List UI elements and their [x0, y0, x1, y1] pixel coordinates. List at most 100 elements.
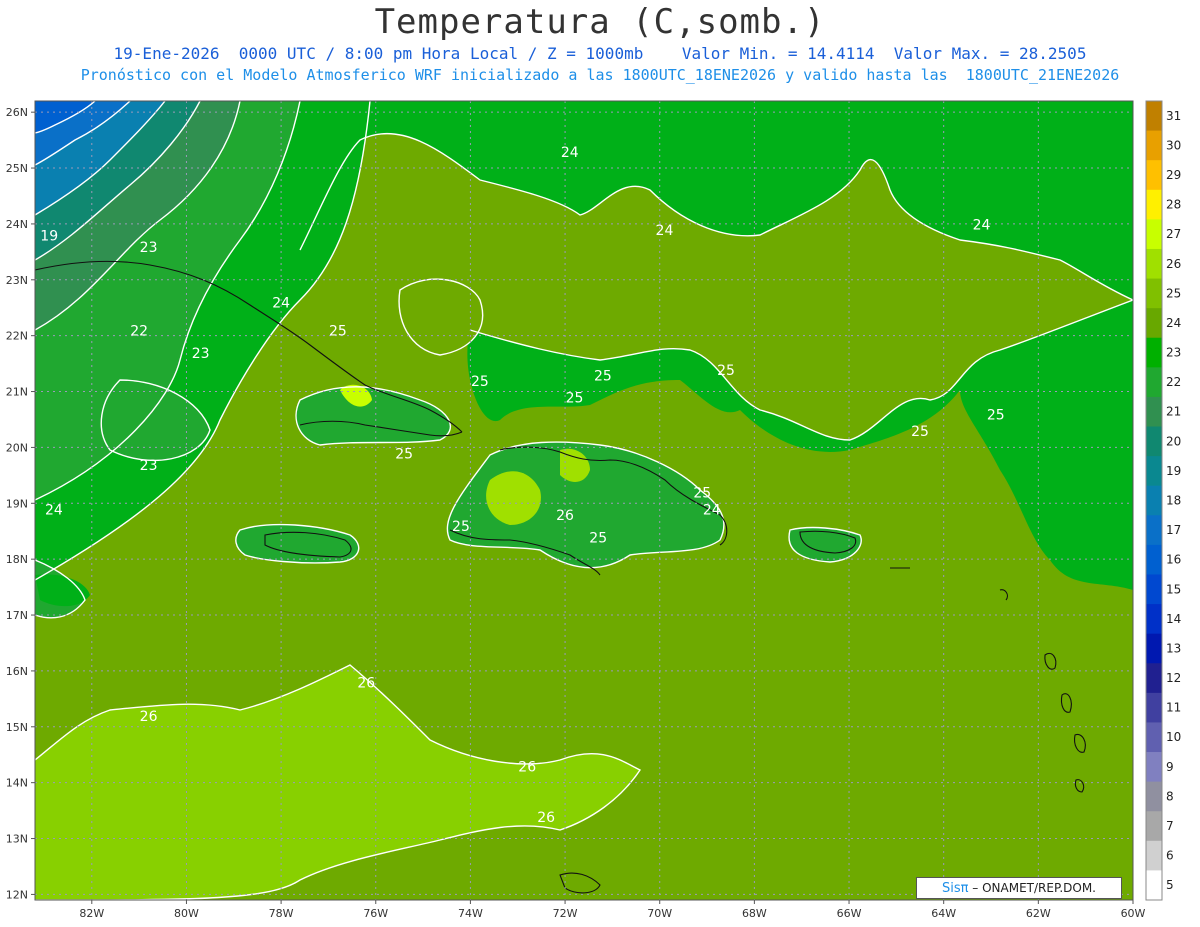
- lon-tick-label: 66W: [837, 907, 862, 920]
- colorbar-label: 18: [1166, 494, 1181, 508]
- colorbar-label: 16: [1166, 553, 1181, 567]
- contour-label: 25: [589, 530, 607, 546]
- colorbar-swatch: [1146, 840, 1162, 871]
- lon-tick-label: 82W: [79, 907, 104, 920]
- contour-label: 23: [140, 458, 158, 474]
- colorbar-swatch: [1146, 811, 1162, 842]
- contour-label: 25: [471, 374, 489, 390]
- contour-label: 24: [272, 296, 290, 312]
- colorbar-swatch: [1146, 278, 1162, 309]
- contour-label: 24: [656, 223, 674, 239]
- contour-label: 25: [987, 407, 1005, 423]
- temperature-field: [35, 101, 1133, 900]
- contour-label: 26: [140, 709, 158, 725]
- colorbar-swatch: [1146, 633, 1162, 664]
- colorbar-label: 19: [1166, 464, 1181, 478]
- colorbar-swatch: [1146, 781, 1162, 812]
- contour-label: 25: [594, 368, 612, 384]
- colorbar-label: 7: [1166, 819, 1174, 833]
- lat-tick-label: 15N: [6, 721, 28, 734]
- colorbar-label: 20: [1166, 434, 1181, 448]
- lat-tick-label: 14N: [6, 777, 28, 790]
- colorbar-swatch: [1146, 604, 1162, 635]
- temperature-map: 26N 25N 24N 23N 22N 21N 20N 19N 18N 17N 16N 15N 14N 1…: [6, 100, 1181, 920]
- colorbar-swatch: [1146, 544, 1162, 575]
- lon-tick-label: 60W: [1121, 907, 1146, 920]
- contour-label: 26: [537, 810, 555, 826]
- colorbar-swatch: [1146, 337, 1162, 368]
- contour-label: 24: [973, 218, 991, 234]
- lat-tick-label: 24N: [6, 218, 28, 231]
- lat-tick-label: 26N: [6, 106, 28, 119]
- colorbar-swatch: [1146, 219, 1162, 250]
- lon-tick-label: 76W: [363, 907, 388, 920]
- colorbar-label: 28: [1166, 198, 1181, 212]
- lon-tick-label: 70W: [647, 907, 672, 920]
- contour-label: 26: [518, 759, 536, 775]
- colorbar-swatch: [1146, 574, 1162, 605]
- lat-tick-label: 22N: [6, 330, 28, 343]
- colorbar-swatch: [1146, 456, 1162, 487]
- contour-label: 24: [561, 145, 579, 161]
- lon-tick-label: 78W: [269, 907, 294, 920]
- colorbar-label: 22: [1166, 375, 1181, 389]
- colorbar-swatch: [1146, 189, 1162, 220]
- colorbar-swatch: [1146, 160, 1162, 191]
- colorbar-label: 21: [1166, 405, 1181, 419]
- colorbar-swatch: [1146, 485, 1162, 516]
- lat-tick-label: 21N: [6, 386, 28, 399]
- lon-tick-label: 74W: [458, 907, 483, 920]
- colorbar-label: 24: [1166, 316, 1181, 330]
- colorbar-swatch: [1146, 130, 1162, 161]
- colorbar-label: 11: [1166, 701, 1181, 715]
- colorbar-label: 6: [1166, 849, 1174, 863]
- lon-tick-label: 62W: [1026, 907, 1051, 920]
- contour-label: 26: [556, 508, 574, 524]
- colorbar-label: 31: [1166, 109, 1181, 123]
- colorbar-swatch: [1146, 396, 1162, 428]
- temperature-colorbar: 31 30 29 28 27 26 25 24 23 22 21 20 19 18 17 16 15 14 13 12…: [1145, 100, 1181, 901]
- lat-tick-label: 20N: [6, 441, 28, 454]
- sispi-logo-text: Sisπ: [942, 881, 969, 896]
- colorbar-swatch: [1146, 367, 1162, 398]
- colorbar-label: 9: [1166, 760, 1174, 774]
- colorbar-swatch: [1146, 426, 1162, 457]
- lat-tick-label: 25N: [6, 162, 28, 175]
- contour-label: 23: [140, 240, 158, 256]
- colorbar-label: 8: [1166, 789, 1174, 803]
- colorbar-swatch: [1146, 248, 1162, 280]
- colorbar-label: 12: [1166, 671, 1181, 685]
- lon-tick-label: 68W: [742, 907, 767, 920]
- contour-label: 25: [566, 391, 584, 407]
- colorbar-swatch: [1146, 663, 1162, 694]
- lon-tick-label: 80W: [174, 907, 199, 920]
- colorbar-swatch: [1146, 692, 1162, 723]
- contour-label: 25: [452, 519, 470, 535]
- lat-tick-label: 17N: [6, 609, 28, 622]
- colorbar-swatch: [1146, 101, 1162, 132]
- contour-label: 25: [329, 324, 347, 340]
- colorbar-label: 17: [1166, 523, 1181, 537]
- lat-tick-label: 19N: [6, 497, 28, 510]
- credit-box: Sisπ – ONAMET/REP.DOM.: [916, 877, 1122, 899]
- credit-text: – ONAMET/REP.DOM.: [968, 881, 1096, 895]
- colorbar-label: 23: [1166, 346, 1181, 360]
- colorbar-swatch: [1146, 870, 1162, 901]
- colorbar-label: 15: [1166, 582, 1181, 596]
- lat-tick-label: 18N: [6, 553, 28, 566]
- contour-label: 19: [40, 229, 58, 245]
- contour-label: 26: [357, 676, 375, 692]
- colorbar-swatch: [1146, 515, 1162, 546]
- contour-label: 25: [717, 363, 735, 379]
- colorbar-label: 5: [1166, 878, 1174, 892]
- lat-tick-label: 12N: [6, 888, 28, 901]
- colorbar-swatch: [1146, 752, 1162, 783]
- contour-label: 25: [395, 447, 413, 463]
- lat-tick-label: 16N: [6, 665, 28, 678]
- colorbar-label: 14: [1166, 612, 1181, 626]
- colorbar-label: 10: [1166, 730, 1181, 744]
- colorbar-label: 13: [1166, 641, 1181, 655]
- colorbar-label: 29: [1166, 168, 1181, 182]
- lat-tick-label: 13N: [6, 833, 28, 846]
- contour-label: 23: [192, 346, 210, 362]
